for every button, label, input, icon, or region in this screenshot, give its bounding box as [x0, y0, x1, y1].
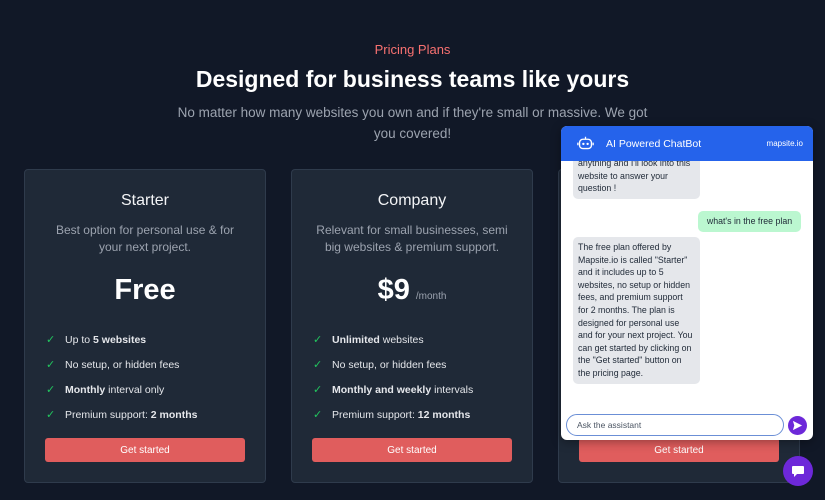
bot-message: The free plan offered by Mapsite.io is c…: [573, 237, 700, 384]
feature-list: ✓ Up to 5 websites ✓ No setup, or hidden f…: [46, 327, 197, 427]
plan-card-company: Company Relevant for small businesses, s…: [291, 169, 533, 483]
feature-item: ✓ Up to 5 websites: [46, 327, 197, 352]
user-message: what's in the free plan: [698, 211, 801, 232]
feature-text: No setup, or hidden fees: [65, 358, 180, 371]
chat-bubble-icon: [792, 466, 804, 477]
feature-item: ✓ Monthly and weekly intervals: [313, 377, 473, 402]
plan-name: Company: [377, 192, 447, 209]
feature-list: ✓ Unlimited websites ✓ No setup, or hidden…: [313, 327, 473, 427]
price-amount: Free: [114, 274, 176, 306]
bot-message: anything and I'll look into this website…: [573, 161, 700, 199]
get-started-button[interactable]: Get started: [579, 438, 779, 462]
get-started-button[interactable]: Get started: [45, 438, 245, 462]
chatbot-header: AI Powered ChatBot mapsite.io: [561, 126, 813, 161]
feature-item: ✓ Premium support: 2 months: [46, 402, 197, 427]
plan-card-starter: Starter Best option for personal use & f…: [24, 169, 266, 483]
feature-text: Premium support: 12 months: [332, 408, 471, 421]
check-icon: ✓: [313, 359, 323, 371]
check-icon: ✓: [46, 334, 56, 346]
plan-name: Starter: [120, 192, 169, 209]
chat-messages[interactable]: anything and I'll look into this website…: [561, 161, 813, 411]
send-button[interactable]: [788, 416, 807, 435]
plan-price: $9/month: [292, 274, 532, 307]
page-title: Designed for business teams like yours: [195, 66, 630, 92]
send-icon: [792, 420, 803, 431]
pricing-eyebrow: Pricing Plans: [374, 42, 451, 57]
check-icon: ✓: [313, 409, 323, 421]
check-icon: ✓: [313, 334, 323, 346]
feature-text: Unlimited websites: [332, 333, 424, 346]
feature-item: ✓ No setup, or hidden fees: [313, 352, 473, 377]
feature-text: Up to 5 websites: [65, 333, 147, 346]
check-icon: ✓: [46, 409, 56, 421]
chatbot-window: AI Powered ChatBot mapsite.io anything a…: [561, 126, 813, 440]
bot-icon: [577, 136, 594, 150]
chat-input[interactable]: [566, 414, 784, 436]
price-amount: $9: [377, 274, 410, 306]
chat-input-row: [561, 412, 813, 440]
feature-item: ✓ Monthly interval only: [46, 377, 197, 402]
check-icon: ✓: [313, 384, 323, 396]
feature-text: Monthly and weekly intervals: [332, 383, 474, 396]
plan-description: Best option for personal use & for your …: [55, 223, 235, 254]
feature-text: Monthly interval only: [65, 383, 165, 396]
chatbot-brand: mapsite.io: [766, 139, 803, 148]
feature-item: ✓ Unlimited websites: [313, 327, 473, 352]
feature-text: Premium support: 2 months: [65, 408, 198, 421]
feature-text: No setup, or hidden fees: [332, 358, 447, 371]
get-started-button[interactable]: Get started: [312, 438, 512, 462]
feature-item: ✓ Premium support: 12 months: [313, 402, 473, 427]
feature-item: ✓ No setup, or hidden fees: [46, 352, 197, 377]
check-icon: ✓: [46, 384, 56, 396]
chatbot-title: AI Powered ChatBot: [606, 137, 702, 150]
price-period: /month: [415, 291, 447, 302]
check-icon: ✓: [46, 359, 56, 371]
plan-price: Free: [25, 274, 265, 307]
chat-launcher-button[interactable]: [783, 456, 813, 486]
plan-description: Relevant for small businesses, semi big …: [316, 223, 508, 254]
